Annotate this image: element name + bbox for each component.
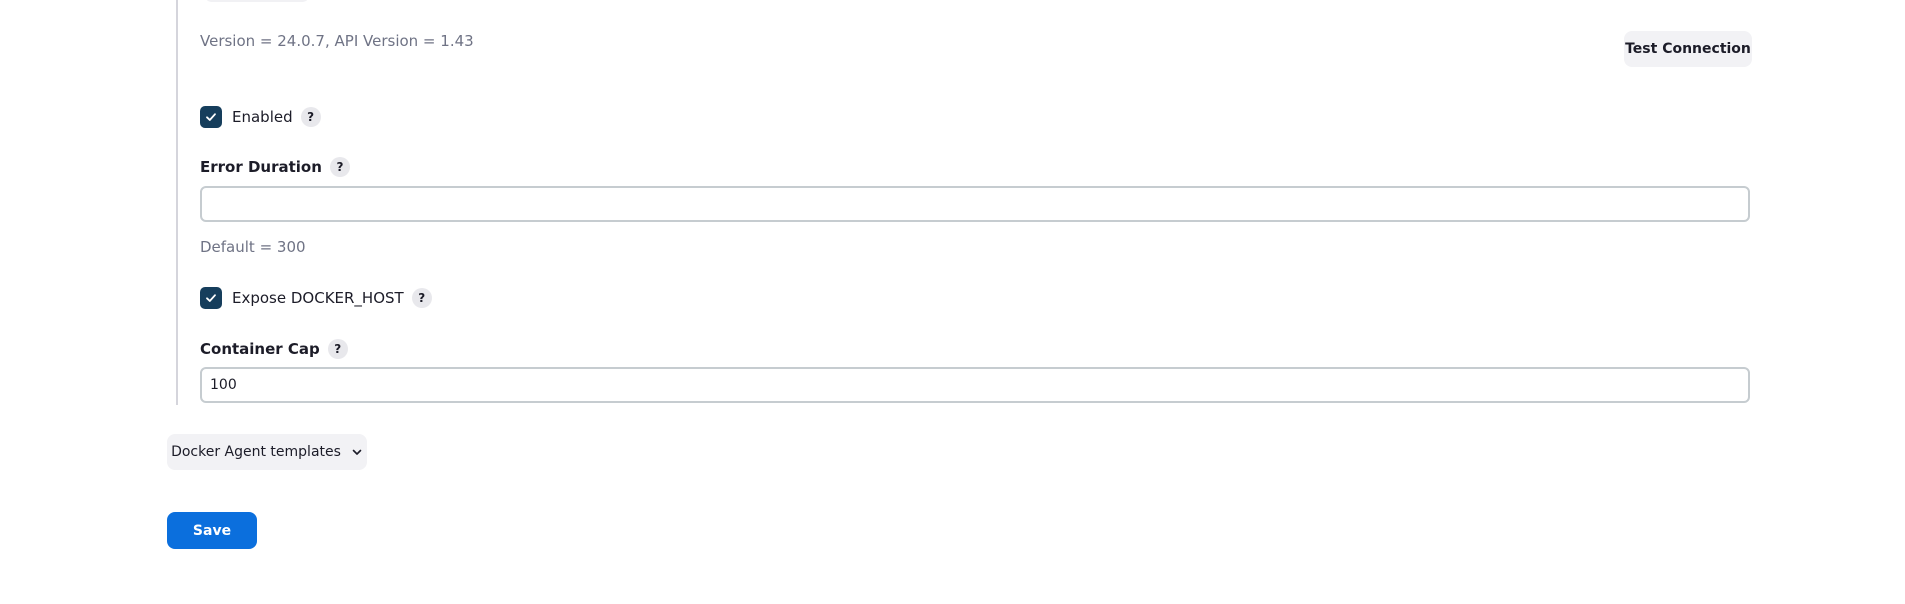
error-duration-label: Error Duration [200, 158, 322, 176]
expose-docker-host-checkbox[interactable] [200, 287, 222, 309]
test-connection-button[interactable]: Test Connection [1624, 31, 1752, 67]
docker-cloud-details-section: Version = 24.0.7, API Version = 1.43 Tes… [176, 0, 1758, 405]
help-icon[interactable]: ? [411, 288, 432, 308]
chevron-down-icon [352, 449, 362, 455]
enabled-checkbox[interactable] [200, 106, 222, 128]
docker-agent-templates-label: Docker Agent templates [171, 444, 341, 460]
page: Version = 24.0.7, API Version = 1.43 Tes… [0, 0, 1905, 604]
container-cap-label: Container Cap [200, 340, 320, 358]
checkmark-icon [206, 294, 216, 302]
collapsed-control-stub [204, 0, 310, 2]
help-icon[interactable]: ? [327, 339, 348, 359]
save-button[interactable]: Save [167, 512, 257, 549]
container-cap-input[interactable] [200, 367, 1750, 403]
help-icon[interactable]: ? [329, 157, 350, 177]
error-duration-label-row: Error Duration ? [200, 155, 350, 179]
expose-docker-host-row: Expose DOCKER_HOST ? [200, 286, 432, 310]
container-cap-label-row: Container Cap ? [200, 337, 348, 361]
enabled-label: Enabled [232, 108, 293, 126]
error-duration-input[interactable] [200, 186, 1750, 222]
expose-docker-host-label: Expose DOCKER_HOST [232, 289, 404, 307]
enabled-row: Enabled ? [200, 105, 321, 129]
help-icon[interactable]: ? [300, 107, 321, 127]
docker-agent-templates-button[interactable]: Docker Agent templates [167, 434, 367, 470]
error-duration-default-hint: Default = 300 [200, 238, 306, 256]
checkmark-icon [206, 113, 216, 121]
docker-version-info: Version = 24.0.7, API Version = 1.43 [200, 32, 474, 50]
